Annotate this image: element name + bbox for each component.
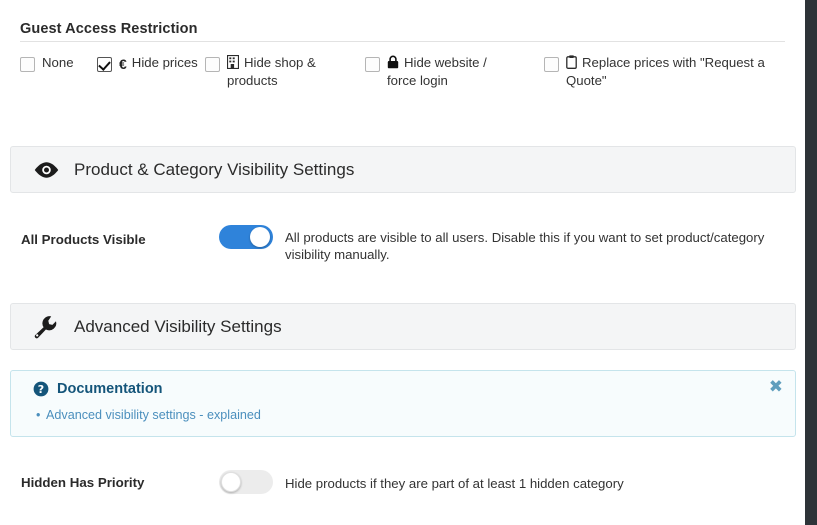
- guest-option-none[interactable]: None: [20, 49, 74, 72]
- euro-icon: €: [119, 56, 127, 72]
- all-products-visible-toggle[interactable]: [219, 225, 273, 249]
- product-visibility-panel-title: Product & Category Visibility Settings: [74, 159, 355, 179]
- checkbox-hide-prices[interactable]: [97, 57, 112, 72]
- documentation-link[interactable]: Advanced visibility settings - explained: [46, 408, 261, 422]
- toggle-knob: [221, 472, 241, 492]
- lock-icon: [387, 55, 399, 73]
- documentation-title-row: ? Documentation: [33, 381, 163, 397]
- documentation-callout: ? Documentation • Advanced visibility set…: [10, 370, 796, 437]
- hidden-has-priority-toggle[interactable]: [219, 470, 273, 494]
- hidden-has-priority-description: Hide products if they are part of at lea…: [285, 476, 624, 491]
- guest-option-hide-shop-label: Hide shop & products: [227, 55, 316, 88]
- guest-access-restriction-title: Guest Access Restriction: [20, 21, 198, 37]
- wrench-icon: [32, 315, 60, 339]
- svg-text:?: ?: [38, 383, 44, 396]
- guest-option-hide-shop[interactable]: Hide shop & products: [205, 49, 331, 89]
- all-products-visible-label: All Products Visible: [21, 232, 146, 247]
- all-products-visible-description: All products are visible to all users. D…: [285, 230, 765, 262]
- guest-access-options: None € Hide prices Hide shop & products H…: [20, 49, 790, 91]
- guest-option-hide-website[interactable]: Hide website / force login: [365, 49, 507, 89]
- guest-option-replace-prices-label: Replace prices with "Request a Quote": [566, 55, 765, 88]
- advanced-visibility-panel-title: Advanced Visibility Settings: [74, 316, 282, 336]
- product-visibility-panel-header[interactable]: Product & Category Visibility Settings: [10, 146, 796, 193]
- checkbox-hide-website[interactable]: [365, 57, 380, 72]
- checkbox-replace-prices[interactable]: [544, 57, 559, 72]
- question-circle-icon: ?: [33, 381, 49, 397]
- advanced-visibility-panel-header[interactable]: Advanced Visibility Settings: [10, 303, 796, 350]
- documentation-title: Documentation: [57, 381, 163, 397]
- close-icon[interactable]: ✖: [769, 379, 783, 396]
- guest-option-hide-website-label: Hide website / force login: [387, 55, 487, 88]
- documentation-list: • Advanced visibility settings - explaine…: [36, 408, 261, 422]
- clipboard-icon: [566, 55, 577, 73]
- hidden-has-priority-label: Hidden Has Priority: [21, 475, 145, 490]
- guest-option-hide-prices[interactable]: € Hide prices: [97, 49, 199, 72]
- toggle-knob: [250, 227, 270, 247]
- checkbox-hide-shop[interactable]: [205, 57, 220, 72]
- guest-option-none-label: None: [42, 55, 74, 70]
- guest-option-hide-prices-label: Hide prices: [131, 55, 198, 70]
- settings-page: Guest Access Restriction None € Hide pric…: [0, 0, 805, 525]
- section-divider: [20, 41, 785, 42]
- guest-option-replace-prices[interactable]: Replace prices with "Request a Quote": [544, 49, 791, 89]
- eye-icon: [32, 161, 60, 179]
- checkbox-none[interactable]: [20, 57, 35, 72]
- shop-building-icon: [226, 54, 240, 73]
- list-bullet: •: [36, 408, 41, 422]
- window-edge-strip: [805, 0, 817, 525]
